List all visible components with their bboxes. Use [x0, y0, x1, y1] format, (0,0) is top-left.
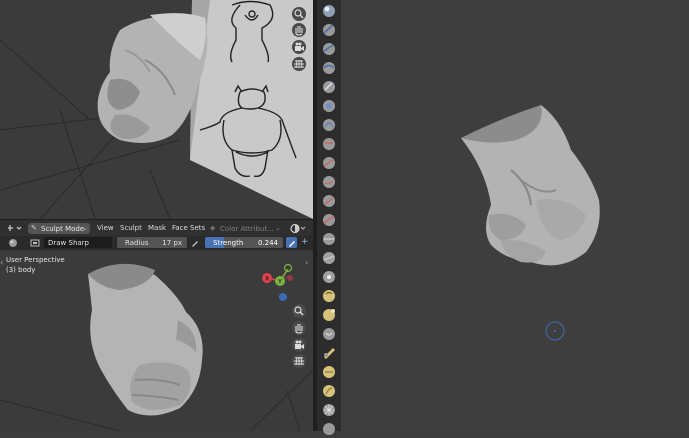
sidebar-toggle-icon[interactable]: ‹	[0, 258, 3, 267]
radius-field[interactable]: Radius 17 px	[117, 237, 187, 248]
snake-hook-brush-icon[interactable]	[320, 325, 338, 343]
viewport-perspective-label: User Perspective	[6, 256, 65, 264]
brush-data-icon[interactable]	[30, 238, 40, 248]
viewport-object-label: (3) body	[6, 266, 36, 274]
brush-toolbar	[317, 0, 341, 435]
clay-strips-brush-icon[interactable]	[320, 59, 338, 77]
menu-mask[interactable]: Mask	[148, 224, 166, 232]
clay-thumb-brush-icon[interactable]	[320, 78, 338, 96]
inflate-brush-icon[interactable]	[320, 116, 338, 134]
gizmo-x-label: X	[265, 276, 269, 283]
brush-icon[interactable]	[8, 238, 18, 248]
tool-settings-bar: Draw Sharp Radius 17 px Strength 0.244 +	[0, 236, 313, 250]
multiplane-scrape-brush-icon[interactable]	[320, 249, 338, 267]
draw-brush-icon[interactable]	[320, 2, 338, 20]
radius-label: Radius	[125, 239, 149, 247]
top-viewport-scene	[0, 0, 313, 219]
menu-face-sets[interactable]: Face Sets	[172, 224, 205, 232]
chevron-down-icon: ⌄	[82, 224, 88, 232]
crease-brush-icon[interactable]	[320, 154, 338, 172]
editor-type-icon[interactable]	[6, 223, 22, 234]
collapse-arrow-icon[interactable]: ‹	[305, 258, 308, 267]
brush-name: Draw Sharp	[48, 239, 89, 247]
blob-brush-icon[interactable]	[320, 135, 338, 153]
smooth-brush-icon[interactable]	[320, 173, 338, 191]
radius-value: 17 px	[162, 239, 182, 247]
bottom-viewport[interactable]: ‹ User Perspective (3) body ‹ X Y	[0, 250, 313, 431]
thumb-brush-icon[interactable]	[320, 344, 338, 362]
add-icon[interactable]: +	[301, 237, 311, 248]
zoom-icon[interactable]	[292, 304, 306, 318]
scrape-brush-icon[interactable]	[320, 230, 338, 248]
flatten-brush-icon[interactable]	[320, 192, 338, 210]
color-attribute-dropdown[interactable]: ◈ Color Attribut... ⌄	[207, 223, 283, 234]
slide-relax-brush-icon[interactable]	[320, 420, 338, 435]
mode-label: Sculpt Mode	[41, 225, 85, 233]
pressure-strength-icon[interactable]	[286, 237, 297, 248]
color-attribute-label: Color Attribut...	[220, 225, 274, 233]
color-attribute-icon: ◈	[210, 224, 216, 232]
rotate-brush-icon[interactable]	[320, 401, 338, 419]
nudge-brush-icon[interactable]	[320, 382, 338, 400]
layer-brush-icon[interactable]	[320, 97, 338, 115]
elastic-deform-brush-icon[interactable]	[320, 306, 338, 324]
hand-icon[interactable]	[292, 23, 306, 37]
pinch-brush-icon[interactable]	[320, 268, 338, 286]
hand-icon[interactable]	[292, 321, 306, 335]
draw-sharp-brush-icon[interactable]	[320, 21, 338, 39]
pressure-radius-icon[interactable]	[190, 238, 200, 248]
grab-brush-icon[interactable]	[320, 287, 338, 305]
brush-name-field[interactable]: Draw Sharp	[44, 237, 112, 248]
fill-brush-icon[interactable]	[320, 211, 338, 229]
strength-label: Strength	[213, 239, 244, 247]
viewport-header: ✎ Sculpt Mode ⌄ View Sculpt Mask Face Se…	[0, 219, 313, 237]
main-viewport[interactable]	[341, 0, 689, 431]
grid-icon[interactable]	[292, 354, 306, 368]
pose-brush-icon[interactable]	[320, 363, 338, 381]
chevron-down-icon: ⌄	[275, 224, 281, 232]
zoom-icon[interactable]	[292, 7, 306, 21]
menu-view[interactable]: View	[97, 224, 114, 232]
overlay-toggle-icon[interactable]	[289, 223, 307, 234]
main-viewport-scene	[461, 105, 600, 341]
camera-icon[interactable]	[292, 40, 306, 54]
camera-icon[interactable]	[292, 338, 306, 352]
strength-field[interactable]: Strength 0.244	[205, 237, 283, 248]
strength-value: 0.244	[257, 239, 278, 247]
top-viewport[interactable]	[0, 0, 313, 219]
menu-sculpt[interactable]: Sculpt	[120, 224, 142, 232]
clay-brush-icon[interactable]	[320, 40, 338, 58]
navigation-gizmo[interactable]: X Y	[260, 256, 300, 302]
sculpt-mode-icon: ✎	[31, 224, 37, 232]
mode-dropdown[interactable]: ✎ Sculpt Mode ⌄	[28, 223, 90, 234]
grid-icon[interactable]	[292, 57, 306, 71]
gizmo-y-label: Y	[277, 279, 282, 286]
